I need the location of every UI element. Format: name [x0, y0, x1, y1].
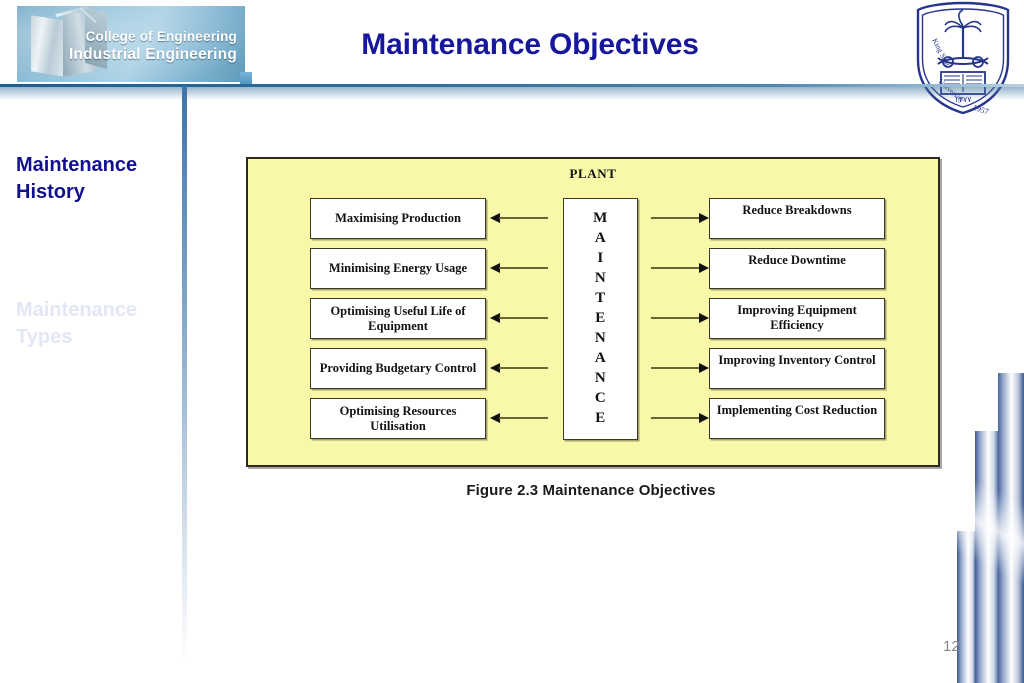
- figure-caption: Figure 2.3 Maintenance Objectives: [466, 482, 716, 499]
- arrow-right-icon: [651, 412, 709, 424]
- objective-box: Improving Equipment Efficiency: [709, 298, 885, 339]
- objective-box: Maximising Production: [310, 198, 486, 239]
- svg-text:King Saud: King Saud: [930, 37, 953, 70]
- sidebar-item-maintenance-types[interactable]: Maintenance Types: [16, 297, 176, 350]
- arrow-left-icon: [490, 362, 548, 374]
- maintenance-letter: N: [594, 270, 607, 287]
- decorative-bar: [957, 531, 975, 683]
- objective-box: Reduce Downtime: [709, 248, 885, 289]
- sidebar-item-label: Maintenance History: [16, 154, 138, 203]
- objective-box: Reduce Breakdowns: [709, 198, 885, 239]
- arrow-left-icon: [490, 212, 548, 224]
- arrow-left-icon: [490, 412, 548, 424]
- maintenance-letter: I: [597, 250, 604, 267]
- maintenance-letter: A: [594, 349, 607, 366]
- sidebar-divider: [182, 86, 187, 666]
- arrow-right-icon: [651, 362, 709, 374]
- objective-box: Optimising Useful Life of Equipment: [310, 298, 486, 339]
- sidebar-item-label: Maintenance Types: [16, 299, 138, 348]
- maintenance-letter: A: [594, 230, 607, 247]
- slide-header: College of Engineering Industrial Engine…: [0, 0, 1024, 116]
- svg-text:1957: 1957: [972, 103, 990, 117]
- maintenance-letter: E: [595, 409, 606, 426]
- maintenance-letter: M: [593, 210, 608, 227]
- plant-label: PLANT: [569, 166, 617, 181]
- arrow-right-icon: [651, 212, 709, 224]
- maintenance-letter: T: [595, 290, 606, 307]
- maintenance-objectives-diagram: PLANT Maximising Production Minimising E…: [246, 157, 940, 467]
- arrow-right-icon: [651, 262, 709, 274]
- maintenance-letter: C: [594, 389, 607, 406]
- maintenance-letter: N: [594, 329, 607, 346]
- maintenance-letter: E: [595, 310, 606, 327]
- sidebar-item-maintenance-history[interactable]: Maintenance History: [16, 152, 176, 205]
- page-title: Maintenance Objectives: [361, 28, 699, 61]
- objective-box: Improving Inventory Control: [709, 348, 885, 389]
- sidebar: Maintenance History Maintenance Types: [16, 152, 176, 350]
- college-of-engineering-logo: College of Engineering Industrial Engine…: [17, 6, 245, 82]
- maintenance-letter: N: [594, 369, 607, 386]
- arrow-left-icon: [490, 262, 548, 274]
- header-divider-shadow: [0, 87, 1024, 100]
- objective-box: Minimising Energy Usage: [310, 248, 486, 289]
- objective-box: Implementing Cost Reduction: [709, 398, 885, 439]
- page-number: 12: [943, 638, 960, 655]
- college-logo-text: College of Engineering Industrial Engine…: [69, 28, 237, 65]
- arrow-right-icon: [651, 312, 709, 324]
- objective-box: Optimising Resources Utilisation: [310, 398, 486, 439]
- college-logo-line2: Industrial Engineering: [68, 46, 237, 64]
- king-saud-university-crest-icon: ١٣٧٧ 1957 King Saud University: [916, 1, 1010, 117]
- maintenance-center-box: M A I N T E N A N C E: [563, 198, 638, 440]
- decorative-bar: [975, 431, 998, 683]
- objective-box: Providing Budgetary Control: [310, 348, 486, 389]
- arrow-left-icon: [490, 312, 548, 324]
- decorative-bar: [998, 373, 1024, 683]
- college-logo-line1: College of Engineering: [85, 29, 237, 44]
